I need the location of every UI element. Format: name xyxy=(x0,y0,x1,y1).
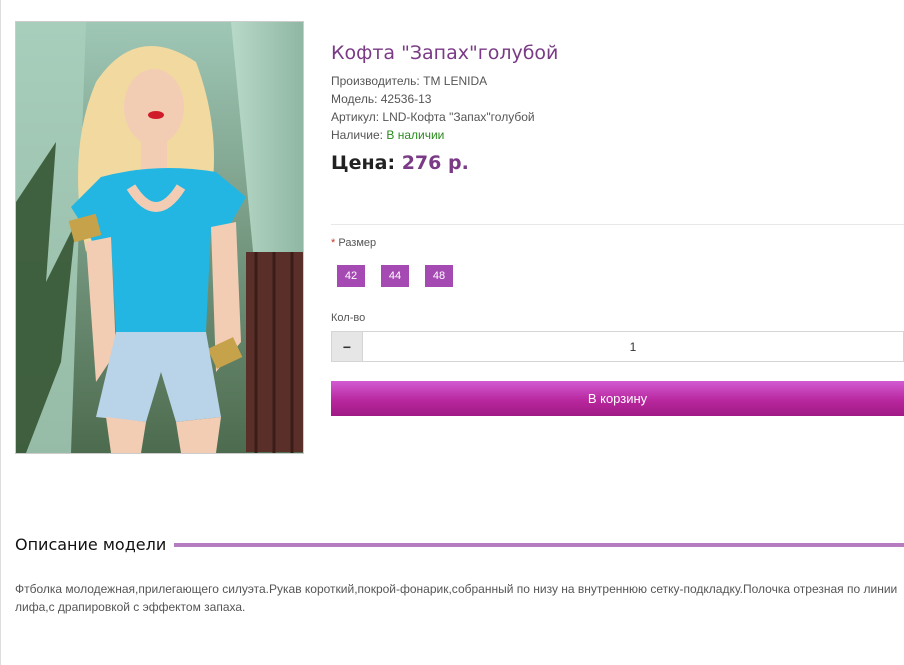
size-option-48[interactable]: 48 xyxy=(425,265,453,287)
availability-row: Наличие: В наличии xyxy=(331,126,904,144)
manufacturer-value: TM LENIDA xyxy=(423,74,488,88)
model-value: 42536-13 xyxy=(380,92,432,106)
product-meta: Производитель: TM LENIDA Модель: 42536-1… xyxy=(331,72,904,144)
size-label: * Размер xyxy=(331,237,376,249)
sku-row: Артикул: LND-Кофта "Запах"голубой xyxy=(331,108,904,126)
manufacturer-label: Производитель: xyxy=(331,74,420,88)
product-title: Кофта "Запах"голубой xyxy=(331,42,559,64)
size-option-44[interactable]: 44 xyxy=(381,265,409,287)
description-title: Описание модели xyxy=(15,535,167,554)
add-to-cart-button[interactable]: В корзину xyxy=(331,381,904,416)
model-row: Модель: 42536-13 xyxy=(331,90,904,108)
product-photo-illustration xyxy=(16,22,303,453)
price-label: Цена: xyxy=(331,152,396,174)
manufacturer-row: Производитель: TM LENIDA xyxy=(331,72,904,90)
product-image[interactable] xyxy=(15,21,304,454)
required-mark: * xyxy=(331,237,336,249)
quantity-input[interactable] xyxy=(363,332,903,361)
size-label-text: Размер xyxy=(338,237,377,249)
size-options: 42 44 48 xyxy=(337,265,453,287)
product-info: Кофта "Запах"голубой Производитель: TM L… xyxy=(331,40,904,416)
sku-label: Артикул: xyxy=(331,110,380,124)
model-label: Модель: xyxy=(331,92,378,106)
size-option-42[interactable]: 42 xyxy=(337,265,365,287)
price-value: 276 р. xyxy=(401,152,469,174)
page-edge xyxy=(0,0,1,665)
description-rule xyxy=(174,542,904,547)
price: Цена: 276 р. xyxy=(331,152,904,174)
availability-value: В наличии xyxy=(386,128,445,142)
sku-value: LND-Кофта "Запах"голубой xyxy=(382,110,535,124)
description-header: Описание модели xyxy=(15,535,904,554)
divider xyxy=(331,224,904,225)
quantity-decrease-button[interactable]: − xyxy=(332,332,363,361)
description-text: Фтболка молодежная,прилегающего силуэта.… xyxy=(15,582,898,614)
quantity-stepper: − xyxy=(331,331,904,362)
quantity-label: Кол-во xyxy=(331,312,366,324)
availability-label: Наличие: xyxy=(331,128,384,142)
